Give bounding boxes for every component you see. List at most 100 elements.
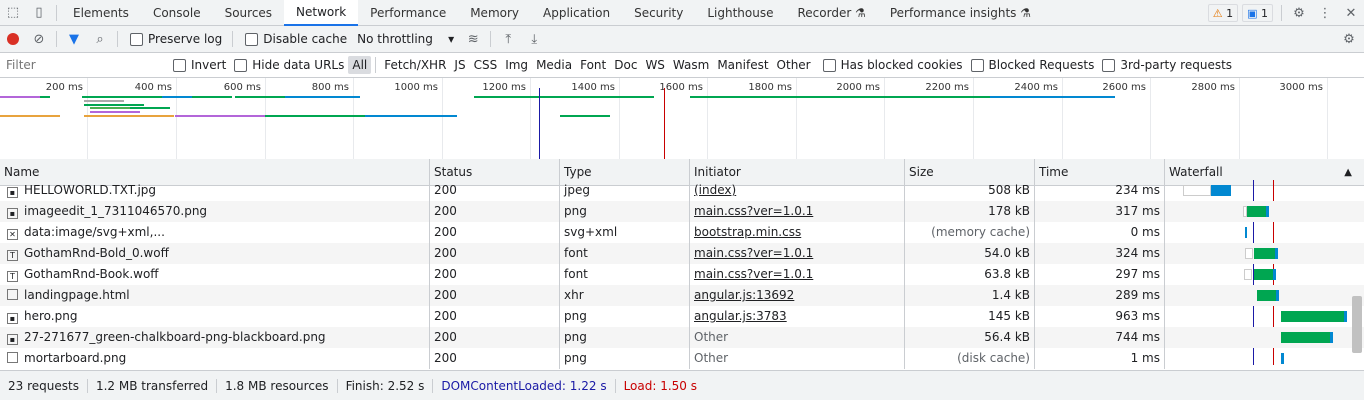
overview-request-bar	[175, 115, 265, 117]
filter-type-img[interactable]: Img	[501, 56, 532, 74]
divider	[56, 31, 57, 47]
blocked-requests-checkbox[interactable]	[970, 58, 984, 72]
cell-size: 178 kB	[905, 201, 1035, 222]
tab-recorder[interactable]: Recorder ⚗	[786, 0, 878, 26]
warnings-badge[interactable]: ⚠ 1	[1207, 4, 1239, 22]
cell-waterfall	[1165, 201, 1352, 222]
filter-bar: Invert Hide data URLs All Fetch/XHRJSCSSI…	[0, 53, 1364, 78]
request-name: hero.png	[24, 309, 78, 323]
third-party-checkbox[interactable]	[1102, 58, 1116, 72]
search-icon[interactable]: ⌕	[87, 27, 113, 51]
vertical-scrollbar[interactable]	[1352, 296, 1362, 353]
initiator-link[interactable]: main.css?ver=1.0.1	[694, 204, 813, 218]
tab-application[interactable]: Application	[531, 0, 622, 26]
overview-tick-label: 2800 ms	[1191, 82, 1235, 93]
close-devtools-icon[interactable]: ✕	[1338, 1, 1364, 25]
clear-icon[interactable]: ⊘	[26, 27, 52, 51]
filter-type-doc[interactable]: Doc	[610, 56, 641, 74]
filter-type-fetch-xhr[interactable]: Fetch/XHR	[380, 56, 450, 74]
filter-type-other[interactable]: Other	[773, 56, 815, 74]
tab-lighthouse[interactable]: Lighthouse	[695, 0, 785, 26]
cell-size: 54.0 kB	[905, 243, 1035, 264]
network-toolbar: ⊘ ▼ ⌕ Preserve log Disable cache No thro…	[0, 26, 1364, 53]
device-toolbar-icon[interactable]: ▯	[26, 1, 52, 25]
overview-tick-label: 1000 ms	[394, 82, 438, 93]
cell-initiator: main.css?ver=1.0.1	[690, 201, 905, 222]
hide-data-urls-label: Hide data URLs	[252, 58, 345, 72]
table-row[interactable]: ▪ imageedit_1_7311046570.png 200 png main.cs…	[0, 201, 1364, 222]
file-type-icon: ▪	[7, 313, 18, 324]
table-row[interactable]: ▪ hero.png 200 png angular.js:3783 145 kB 963 …	[0, 306, 1364, 327]
initiator-link[interactable]: angular.js:13692	[694, 288, 794, 302]
table-row[interactable]: ✕ data:image/svg+xml,... 200 svg+xml bootstr…	[0, 222, 1364, 243]
initiator-link[interactable]: angular.js:3783	[694, 309, 787, 323]
export-har-icon[interactable]: ⤓	[521, 27, 547, 51]
cell-initiator: main.css?ver=1.0.1	[690, 264, 905, 285]
filter-type-js[interactable]: JS	[450, 56, 469, 74]
table-row[interactable]: ▪ HELLOWORLD.TXT.jpg 200 jpeg (index) 508 kB 2…	[0, 180, 1364, 201]
hide-data-urls-checkbox[interactable]	[234, 58, 248, 72]
cell-status: 200	[430, 348, 560, 369]
request-name: GothamRnd-Bold_0.woff	[24, 246, 169, 260]
messages-badge[interactable]: ▣ 1	[1242, 4, 1273, 22]
filter-type-css[interactable]: CSS	[470, 56, 502, 74]
settings-gear-icon[interactable]: ⚙	[1286, 1, 1312, 25]
filter-type-media[interactable]: Media	[532, 56, 576, 74]
overview-request-bar	[690, 96, 990, 98]
has-blocked-cookies-checkbox[interactable]	[822, 58, 836, 72]
network-conditions-icon[interactable]: ≋	[460, 27, 486, 51]
table-row[interactable]: ▪ 27-271677_green-chalkboard-png-blackboa…	[0, 327, 1364, 348]
record-icon[interactable]	[0, 27, 26, 51]
filter-type-manifest[interactable]: Manifest	[713, 56, 772, 74]
table-row[interactable]: mortarboard.png 200 png Other (disk cache) 1 …	[0, 348, 1364, 369]
warning-icon: ⚠	[1212, 6, 1223, 20]
tab-sources[interactable]: Sources	[213, 0, 284, 26]
throttling-select[interactable]: No throttling ▾	[357, 32, 454, 46]
filter-input[interactable]	[0, 54, 165, 76]
tab-console[interactable]: Console	[141, 0, 213, 26]
dropdown-arrow-icon: ▾	[448, 32, 455, 46]
waterfall-timing-bar	[1245, 227, 1247, 238]
initiator-link[interactable]: bootstrap.min.css	[694, 225, 801, 239]
cell-name: ▪ 27-271677_green-chalkboard-png-blackboa…	[0, 327, 430, 348]
inspect-element-icon[interactable]: ⬚	[0, 1, 26, 25]
tab-network[interactable]: Network	[284, 0, 359, 26]
cell-initiator: Other	[690, 348, 905, 369]
overview-request-bar	[235, 96, 285, 98]
overview-request-bar	[0, 96, 40, 98]
cell-type: png	[560, 306, 690, 327]
tab-performance[interactable]: Performance	[358, 0, 458, 26]
load-time: Load: 1.50 s	[623, 378, 698, 393]
filter-type-wasm[interactable]: Wasm	[669, 56, 713, 74]
tab-security[interactable]: Security	[622, 0, 695, 26]
table-row[interactable]: T GothamRnd-Book.woff 200 font main.css?ver=…	[0, 264, 1364, 285]
filter-funnel-icon[interactable]: ▼	[61, 27, 87, 51]
waterfall-timing-bar	[1211, 185, 1231, 196]
cell-status: 200	[430, 222, 560, 243]
overview-request-bar	[84, 100, 124, 102]
overview-tick-label: 2400 ms	[1014, 82, 1058, 93]
import-har-icon[interactable]: ⤒	[495, 27, 521, 51]
filter-type-font[interactable]: Font	[576, 56, 610, 74]
tab-elements[interactable]: Elements	[61, 0, 141, 26]
disable-cache-checkbox[interactable]	[245, 32, 259, 46]
initiator-link[interactable]: main.css?ver=1.0.1	[694, 267, 813, 281]
initiator-link[interactable]: main.css?ver=1.0.1	[694, 246, 813, 260]
tab-performance-insights[interactable]: Performance insights ⚗	[878, 0, 1043, 26]
tab-memory[interactable]: Memory	[458, 0, 531, 26]
request-count: 23 requests	[0, 378, 88, 393]
panel-tabs: Elements Console Sources Network Performance…	[61, 0, 1043, 26]
table-row[interactable]: T GothamRnd-Bold_0.woff 200 font main.css?ve…	[0, 243, 1364, 264]
filter-type-all[interactable]: All	[348, 56, 372, 74]
network-settings-icon[interactable]: ⚙	[1336, 27, 1362, 51]
file-type-icon: T	[7, 271, 18, 282]
invert-checkbox[interactable]	[173, 58, 186, 72]
filter-type-ws[interactable]: WS	[641, 56, 668, 74]
preserve-log-checkbox[interactable]	[130, 32, 143, 46]
table-row[interactable]: landingpage.html 200 xhr angular.js:13692 1.…	[0, 285, 1364, 306]
file-type-icon: ▪	[7, 187, 18, 198]
initiator-link[interactable]: (index)	[694, 183, 736, 197]
more-options-icon[interactable]: ⋮	[1312, 1, 1338, 25]
cell-size: 508 kB	[905, 180, 1035, 201]
cell-waterfall	[1165, 306, 1352, 327]
